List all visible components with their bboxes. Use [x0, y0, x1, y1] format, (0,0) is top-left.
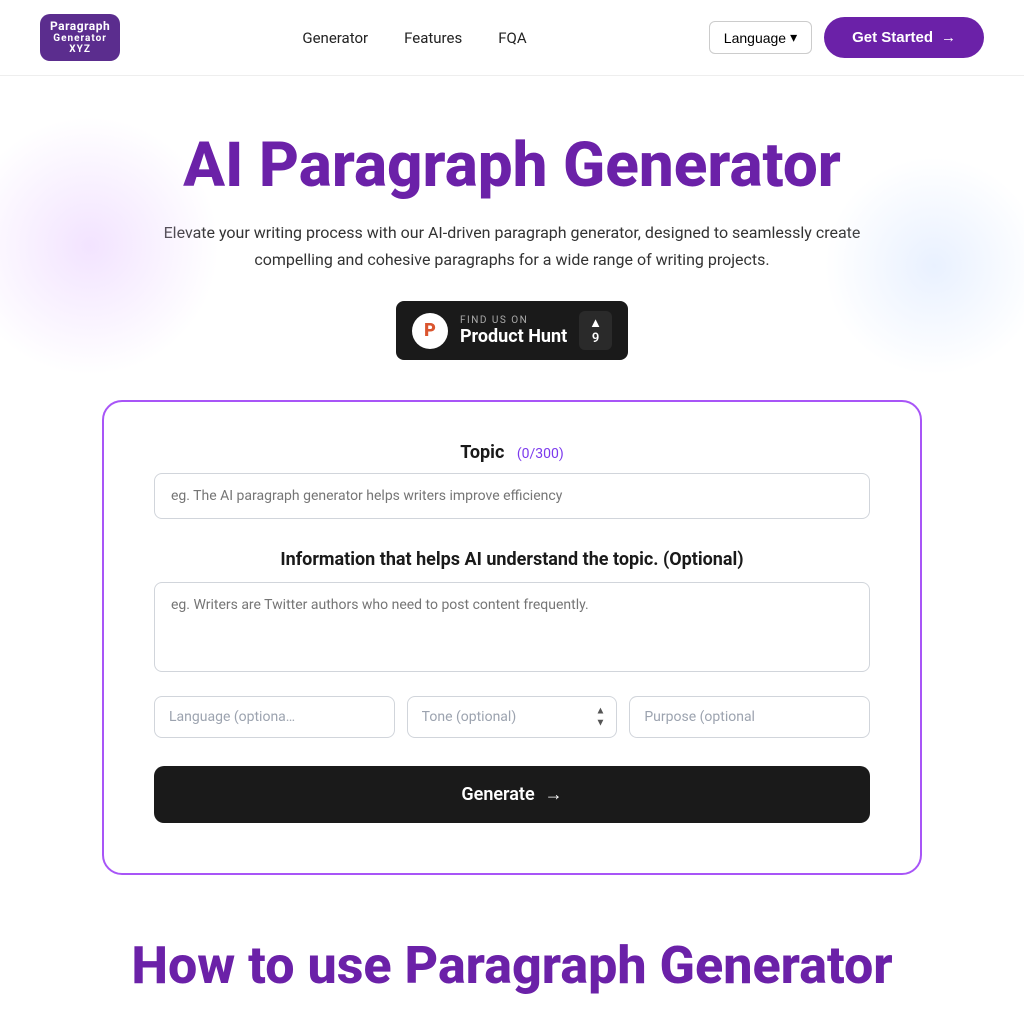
language-button[interactable]: Language ▾: [709, 21, 812, 54]
main-form-card: Topic (0/300) Information that helps AI …: [102, 400, 922, 875]
topic-input[interactable]: [154, 473, 870, 519]
ph-vote-count: 9: [592, 331, 599, 346]
ph-name-text: Product Hunt: [460, 326, 567, 347]
info-label: Information that helps AI understand the…: [154, 547, 870, 572]
product-hunt-badge[interactable]: P FIND US ON Product Hunt ▲ 9: [396, 301, 628, 360]
get-started-arrow-icon: →: [941, 29, 956, 46]
info-textarea[interactable]: [154, 582, 870, 672]
tone-select[interactable]: Tone (optional): [407, 696, 618, 738]
logo-line2: Generator: [50, 33, 110, 44]
generate-label: Generate: [461, 784, 534, 805]
logo-line3: XYZ: [50, 44, 110, 55]
hero-section: AI Paragraph Generator Elevate your writ…: [0, 76, 1024, 875]
logo[interactable]: Paragraph Generator XYZ: [40, 14, 120, 61]
generate-button[interactable]: Generate →: [154, 766, 870, 823]
ph-vote: ▲ 9: [579, 311, 612, 350]
topic-label: Topic (0/300): [154, 442, 870, 463]
get-started-label: Get Started: [852, 29, 933, 46]
tone-select-wrap: Tone (optional) ▲ ▼: [407, 696, 618, 738]
language-arrow-icon: ▾: [790, 29, 797, 46]
nav-links: Generator Features FQA: [302, 28, 526, 47]
bottom-section: How to use Paragraph Generator: [0, 875, 1024, 997]
product-hunt-logo: P: [412, 313, 448, 349]
nav-link-fqa[interactable]: FQA: [498, 29, 526, 47]
ph-text: FIND US ON Product Hunt: [460, 315, 567, 347]
nav-link-generator[interactable]: Generator: [302, 29, 368, 47]
tone-arrows-icon: ▲ ▼: [595, 706, 605, 729]
bottom-title: How to use Paragraph Generator: [40, 935, 984, 997]
language-label: Language: [724, 30, 786, 46]
ph-find-text: FIND US ON: [460, 315, 567, 326]
nav-link-features[interactable]: Features: [404, 29, 462, 47]
topic-label-text: Topic: [460, 442, 504, 463]
navbar: Paragraph Generator XYZ Generator Featur…: [0, 0, 1024, 76]
language-select[interactable]: Language (optiona…: [154, 696, 395, 738]
get-started-button[interactable]: Get Started →: [824, 17, 984, 58]
hero-title: AI Paragraph Generator: [40, 132, 984, 200]
ph-vote-arrow-icon: ▲: [589, 315, 602, 331]
hero-subtitle: Elevate your writing process with our AI…: [152, 220, 872, 273]
purpose-select[interactable]: Purpose (optional: [629, 696, 870, 738]
select-row: Language (optiona… Tone (optional) ▲ ▼ P…: [154, 696, 870, 738]
generate-arrow-icon: →: [545, 784, 563, 805]
topic-field-group: Topic (0/300): [154, 442, 870, 519]
info-field-group: Information that helps AI understand the…: [154, 547, 870, 676]
logo-line1: Paragraph: [50, 20, 110, 33]
ph-logo-letter: P: [424, 320, 436, 341]
nav-right: Language ▾ Get Started →: [709, 17, 984, 58]
topic-char-count: (0/300): [517, 446, 564, 462]
